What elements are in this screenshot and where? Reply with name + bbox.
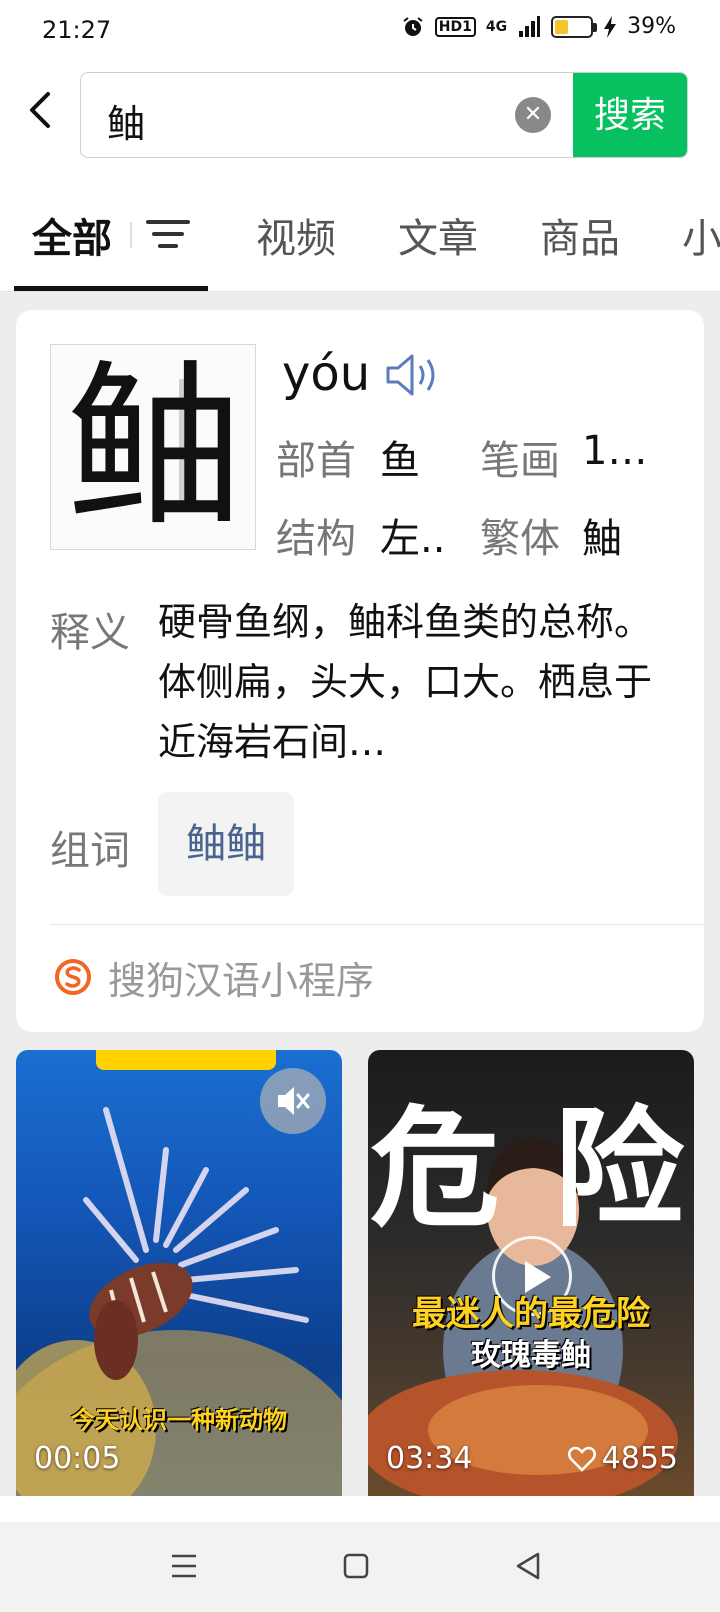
speaker-icon[interactable] xyxy=(382,350,444,400)
search-box[interactable]: 鲉 ✕ 搜索 xyxy=(80,72,688,158)
character-glyph: 鲉 xyxy=(65,345,242,550)
back-button[interactable] xyxy=(22,88,62,132)
tab-more[interactable]: 小 xyxy=(682,206,720,264)
battery-percent: 39% xyxy=(627,14,676,39)
video-duration: 03:34 xyxy=(386,1441,473,1476)
battery-fill xyxy=(555,19,569,34)
structure-value: 左.. xyxy=(380,516,446,562)
tab-all[interactable]: 全部 xyxy=(32,206,112,264)
heart-icon xyxy=(567,1446,596,1472)
pinyin: yóu xyxy=(282,346,371,402)
radical-label: 部首 xyxy=(276,438,356,484)
traditional-value: 鮋 xyxy=(582,516,622,562)
video-caption-line1: 最迷人的最危险 xyxy=(412,1294,650,1334)
network-label: 4G xyxy=(485,18,508,35)
dictionary-card[interactable]: 鲉 yóu 部首 鱼 笔画 1… 结构 左.. 繁体 鮋 释义 硬骨鱼纲，鲉科鱼… xyxy=(16,310,704,1032)
tab-bar: 全部 视频 文章 商品 小 xyxy=(0,174,720,292)
likes-count: 4855 xyxy=(601,1441,678,1476)
tab-separator xyxy=(130,222,132,248)
definition-label: 释义 xyxy=(50,610,130,656)
search-header: 鲉 ✕ 搜索 xyxy=(0,64,720,174)
alarm-icon xyxy=(403,16,423,36)
status-icons: HD1 4G 39% xyxy=(401,14,676,39)
video-likes: 4855 xyxy=(567,1441,678,1476)
system-nav-bar xyxy=(0,1522,720,1612)
next-row-strip xyxy=(0,1496,720,1522)
search-button[interactable]: 搜索 xyxy=(573,73,687,157)
status-bar: 21:27 HD1 4G 39% xyxy=(0,0,720,64)
tab-articles[interactable]: 文章 xyxy=(398,206,478,264)
home-icon[interactable] xyxy=(336,1546,376,1586)
strokes-value: 1… xyxy=(582,428,648,474)
search-input[interactable]: 鲉 xyxy=(107,93,145,148)
word-chip[interactable]: 鲉鲉 xyxy=(158,792,294,896)
charging-icon xyxy=(604,15,617,38)
sogou-logo-icon xyxy=(55,959,91,995)
video-card[interactable]: 今天认识一种新动物 00:05 xyxy=(16,1050,342,1496)
tab-videos[interactable]: 视频 xyxy=(256,206,336,264)
back-nav-icon[interactable] xyxy=(508,1546,548,1586)
definition-text: 硬骨鱼纲，鲉科鱼类的总称。体侧扁，头大，口大。栖息于近海岩石间… xyxy=(158,600,653,764)
video-duration: 00:05 xyxy=(34,1441,121,1476)
radical-value: 鱼 xyxy=(380,438,420,484)
character-box: 鲉 xyxy=(50,344,256,550)
structure-label: 结构 xyxy=(276,516,356,562)
source-mini-program[interactable]: 搜狗汉语小程序 xyxy=(108,950,374,1005)
battery-icon xyxy=(551,15,598,38)
status-time: 21:27 xyxy=(42,16,112,44)
filter-icon[interactable] xyxy=(144,214,192,254)
muted-speaker-icon xyxy=(278,1087,310,1115)
words-label: 组词 xyxy=(50,828,130,874)
card-divider xyxy=(50,924,704,925)
signal-icon xyxy=(519,15,541,37)
tab-products[interactable]: 商品 xyxy=(540,206,620,264)
mute-button[interactable] xyxy=(260,1068,326,1134)
clear-search-button[interactable]: ✕ xyxy=(515,97,551,133)
video-caption-line2: 玫瑰毒鲉 xyxy=(471,1338,591,1373)
hd-icon: HD1 xyxy=(434,16,476,37)
video-title-left: 危 xyxy=(370,1092,501,1245)
active-tab-indicator xyxy=(14,286,208,291)
close-icon: ✕ xyxy=(523,102,543,127)
strokes-label: 笔画 xyxy=(480,438,560,484)
traditional-label: 繁体 xyxy=(480,516,560,562)
video-card[interactable]: 危 险 最迷人的最危险 玫瑰毒鲉 03:34 4855 xyxy=(368,1050,694,1496)
menu-icon[interactable] xyxy=(164,1546,204,1586)
video-title-right: 险 xyxy=(554,1092,685,1245)
video-caption: 今天认识一种新动物 xyxy=(71,1406,287,1434)
